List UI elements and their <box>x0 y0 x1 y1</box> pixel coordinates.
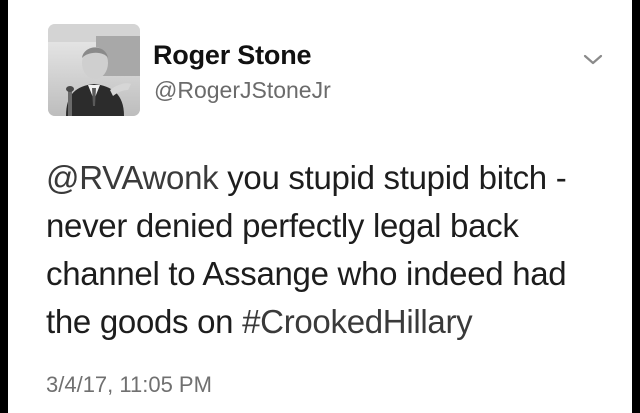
hashtag-link[interactable]: #CrookedHillary <box>242 303 473 340</box>
author-name[interactable]: Roger Stone <box>153 40 312 71</box>
avatar[interactable] <box>48 24 140 116</box>
left-frame-border <box>0 0 8 413</box>
chevron-down-icon[interactable] <box>582 52 604 68</box>
tweet-card: Roger Stone @RogerJStoneJr @RVAwonk you … <box>8 0 632 413</box>
tweet-text: @RVAwonk you stupid stupid bitch - never… <box>46 154 616 346</box>
profile-photo <box>48 24 140 116</box>
right-frame-border <box>632 0 640 413</box>
screenshot-frame: Roger Stone @RogerJStoneJr @RVAwonk you … <box>0 0 640 413</box>
tweet-timestamp[interactable]: 3/4/17, 11:05 PM <box>46 372 212 398</box>
author-handle[interactable]: @RogerJStoneJr <box>154 77 331 104</box>
mention-link[interactable]: @RVAwonk <box>46 159 219 196</box>
